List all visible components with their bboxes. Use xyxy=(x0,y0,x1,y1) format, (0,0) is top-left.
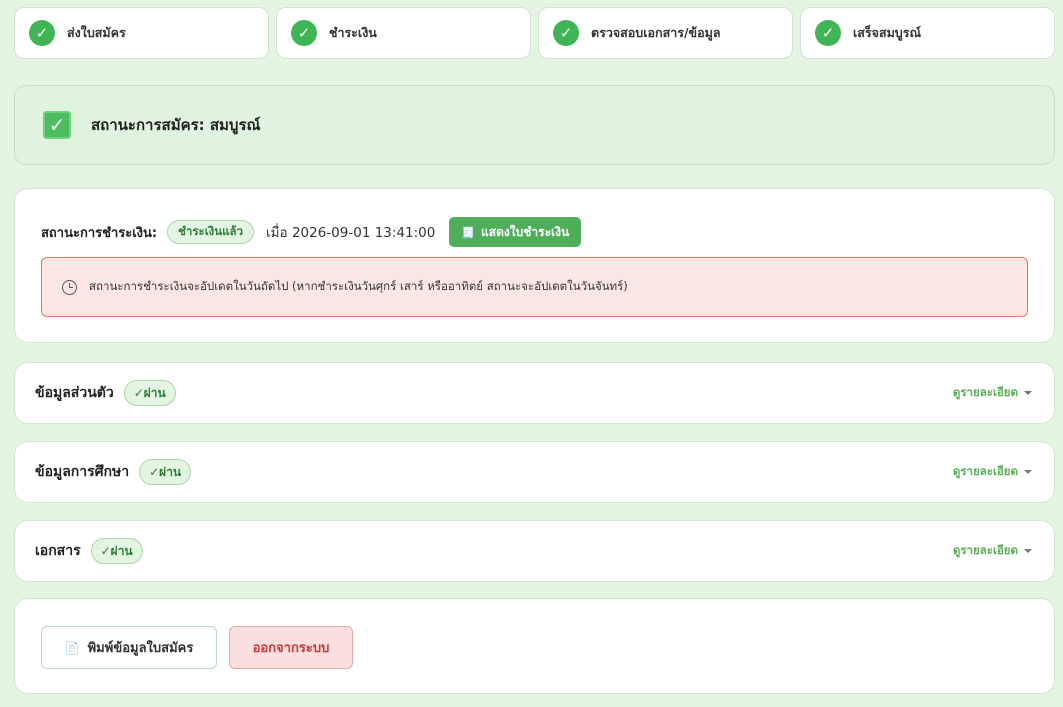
application-status-title: สถานะการสมัคร: สมบูรณ์ xyxy=(91,116,261,134)
payment-time: เมื่อ 2026-09-01 13:41:00 xyxy=(266,225,436,241)
pass-badge: ✓ผ่าน xyxy=(139,459,192,485)
payment-status-label: สถานะการชำระเงิน: xyxy=(41,225,158,241)
check-circle-icon: ✓ xyxy=(553,20,579,46)
logout-button[interactable]: ออกจากระบบ xyxy=(229,626,353,669)
print-application-label: พิมพ์ข้อมูลใบสมัคร xyxy=(87,641,194,656)
chevron-down-icon xyxy=(1024,391,1032,395)
section-education-info: ข้อมูลการศึกษา ✓ผ่าน ดูรายละเอียด xyxy=(14,441,1055,503)
document-icon: 📄 xyxy=(64,640,80,655)
section-title: ข้อมูลการศึกษา xyxy=(35,464,130,480)
step-payment: ✓ ชำระเงิน xyxy=(276,7,531,59)
payment-status-row: สถานะการชำระเงิน: ชำระเงินแล้ว เมื่อ 202… xyxy=(41,217,582,247)
section-documents: เอกสาร ✓ผ่าน ดูรายละเอียด xyxy=(14,520,1055,582)
view-details-link[interactable]: ดูรายละเอียด xyxy=(953,542,1032,560)
check-circle-icon: ✓ xyxy=(291,20,317,46)
step-label: เสร็จสมบูรณ์ xyxy=(853,25,922,40)
actions-card: 📄 พิมพ์ข้อมูลใบสมัคร ออกจากระบบ xyxy=(14,598,1055,694)
payment-update-alert: สถานะการชำระเงินจะอัปเดตในวันถัดไป (หากช… xyxy=(41,257,1028,317)
clock-icon xyxy=(62,279,77,295)
print-application-button[interactable]: 📄 พิมพ์ข้อมูลใบสมัคร xyxy=(41,626,217,669)
checkbox-checked-icon: ✓ xyxy=(43,111,71,139)
step-submit: ✓ ส่งใบสมัคร xyxy=(14,7,269,59)
view-details-label: ดูรายละเอียด xyxy=(952,543,1018,557)
check-circle-icon: ✓ xyxy=(815,20,841,46)
application-status-page: ✓ ส่งใบสมัคร ✓ ชำระเงิน ✓ ตรวจสอบเอกสาร/… xyxy=(0,0,1063,707)
step-verification: ✓ ตรวจสอบเอกสาร/ข้อมูล xyxy=(538,7,793,59)
section-title: เอกสาร xyxy=(35,543,81,559)
section-title: ข้อมูลส่วนตัว xyxy=(35,385,114,401)
show-receipt-button[interactable]: 🧾 แสดงใบชำระเงิน xyxy=(449,217,582,247)
view-details-link[interactable]: ดูรายละเอียด xyxy=(953,463,1032,481)
payment-status-card: สถานะการชำระเงิน: ชำระเงินแล้ว เมื่อ 202… xyxy=(14,188,1055,343)
show-receipt-label: แสดงใบชำระเงิน xyxy=(481,224,570,239)
section-personal-info: ข้อมูลส่วนตัว ✓ผ่าน ดูรายละเอียด xyxy=(14,362,1055,424)
application-status-banner: ✓ สถานะการสมัคร: สมบูรณ์ xyxy=(14,85,1055,165)
view-details-label: ดูรายละเอียด xyxy=(952,464,1018,478)
pass-badge: ✓ผ่าน xyxy=(123,380,176,406)
check-circle-icon: ✓ xyxy=(29,20,55,46)
action-buttons: 📄 พิมพ์ข้อมูลใบสมัคร ออกจากระบบ xyxy=(41,626,353,669)
pass-badge: ✓ผ่าน xyxy=(90,538,143,564)
view-details-label: ดูรายละเอียด xyxy=(952,385,1018,399)
step-label: ส่งใบสมัคร xyxy=(67,25,126,40)
step-label: ตรวจสอบเอกสาร/ข้อมูล xyxy=(591,25,721,40)
view-details-link[interactable]: ดูรายละเอียด xyxy=(953,384,1032,402)
payment-paid-badge: ชำระเงินแล้ว xyxy=(167,220,255,244)
alert-text: สถานะการชำระเงินจะอัปเดตในวันถัดไป (หากช… xyxy=(89,279,628,293)
step-label: ชำระเงิน xyxy=(329,25,377,40)
step-complete: ✓ เสร็จสมบูรณ์ xyxy=(800,7,1055,59)
chevron-down-icon xyxy=(1024,549,1032,553)
chevron-down-icon xyxy=(1024,470,1032,474)
progress-steps: ✓ ส่งใบสมัคร ✓ ชำระเงิน ✓ ตรวจสอบเอกสาร/… xyxy=(14,7,1055,59)
receipt-icon: 🧾 xyxy=(461,225,476,239)
